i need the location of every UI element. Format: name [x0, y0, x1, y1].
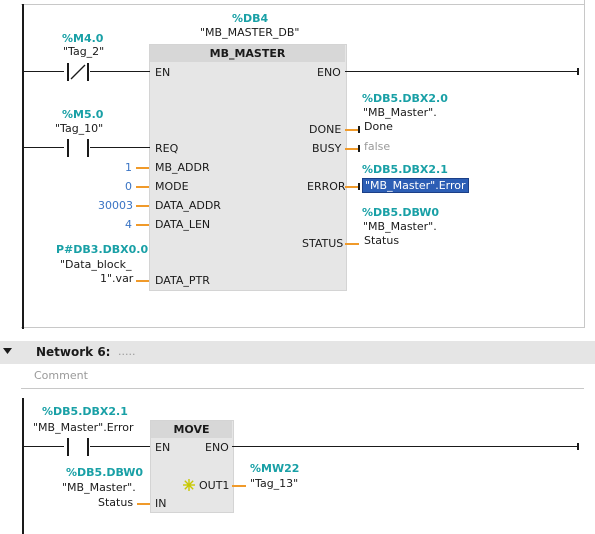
data-len-value[interactable]: 4 — [125, 218, 132, 231]
wire — [24, 71, 64, 72]
pin-data-len: DATA_LEN — [155, 218, 211, 231]
wire-end — [358, 145, 360, 152]
left-power-rail — [22, 4, 24, 329]
mode-value[interactable]: 0 — [125, 180, 132, 193]
output-wire — [345, 129, 359, 131]
move-pin-eno: ENO — [205, 441, 229, 454]
pin-req: REQ — [155, 142, 179, 155]
pin-done: DONE — [309, 123, 342, 136]
pin-data-ptr: DATA_PTR — [155, 274, 210, 287]
move-pin-en: EN — [155, 441, 171, 454]
contact-m50-name[interactable]: "Tag_10" — [55, 122, 103, 135]
move-pin-out1: OUT1 — [199, 479, 230, 492]
input-wire — [136, 167, 149, 169]
move-in-name-line2[interactable]: Status — [98, 496, 133, 509]
normally-open-contact-icon[interactable] — [64, 138, 94, 158]
eno-wire — [345, 71, 578, 72]
collapse-triangle-icon[interactable] — [3, 348, 13, 356]
contact-m40-address[interactable]: %M4.0 — [62, 32, 103, 45]
status-name-line1[interactable]: "MB_Master". — [363, 220, 437, 233]
pin-busy: BUSY — [312, 142, 342, 155]
insert-output-star-icon[interactable] — [183, 479, 195, 491]
network6-title-dots[interactable]: ..... — [118, 345, 135, 358]
input-wire — [136, 224, 149, 226]
move-in-name-line1[interactable]: "MB_Master". — [62, 481, 136, 494]
done-address[interactable]: %DB5.DBX2.0 — [362, 92, 448, 105]
done-name-line1[interactable]: "MB_Master". — [363, 106, 437, 119]
pin-mode: MODE — [155, 180, 189, 193]
pin-data-addr: DATA_ADDR — [155, 199, 221, 212]
wire — [90, 147, 150, 148]
wire-end — [358, 126, 360, 133]
contact-m40-name[interactable]: "Tag_2" — [63, 45, 104, 58]
move-out-name[interactable]: "Tag_13" — [250, 477, 298, 490]
move-pin-in: IN — [155, 497, 167, 510]
network6-comment-area[interactable] — [21, 364, 584, 389]
output-wire — [232, 485, 246, 487]
instance-db-name[interactable]: "MB_MASTER_DB" — [200, 26, 299, 39]
data-ptr-name-line2[interactable]: 1".var — [100, 272, 133, 285]
move-out-address[interactable]: %MW22 — [250, 462, 299, 475]
move-in-address[interactable]: %DB5.DBW0 — [66, 466, 143, 479]
wire-end — [358, 183, 360, 190]
input-wire — [136, 280, 149, 282]
wire — [24, 147, 64, 148]
error-address[interactable]: %DB5.DBX2.1 — [362, 163, 448, 176]
normally-closed-contact-icon[interactable] — [64, 62, 94, 82]
pin-en: EN — [155, 66, 171, 79]
wire — [24, 446, 64, 447]
data-ptr-name-line1[interactable]: "Data_block_ — [60, 258, 132, 271]
wire-end — [577, 68, 579, 75]
input-wire — [136, 186, 149, 188]
status-address[interactable]: %DB5.DBW0 — [362, 206, 439, 219]
output-wire — [345, 243, 359, 245]
pin-status: STATUS — [302, 237, 344, 250]
network6-title: Network 6: — [36, 345, 111, 359]
output-wire — [345, 186, 359, 188]
done-name-line2[interactable]: Done — [364, 120, 393, 133]
input-wire — [136, 205, 149, 207]
wire — [90, 71, 150, 72]
contact-error-name[interactable]: "MB_Master".Error — [33, 421, 134, 434]
data-addr-value[interactable]: 30003 — [98, 199, 133, 212]
left-power-rail — [22, 398, 24, 534]
busy-value[interactable]: false — [364, 140, 390, 153]
input-wire — [137, 503, 150, 505]
normally-open-contact-icon[interactable] — [64, 437, 94, 457]
mb-addr-value[interactable]: 1 — [125, 161, 132, 174]
mb-master-block-title: MB_MASTER — [150, 45, 345, 62]
instance-db-address[interactable]: %DB4 — [232, 12, 268, 25]
error-name[interactable]: "MB_Master".Error — [362, 178, 469, 193]
output-wire — [345, 148, 359, 150]
pin-mb-addr: MB_ADDR — [155, 161, 210, 174]
status-name-line2[interactable]: Status — [364, 234, 399, 247]
data-ptr-address[interactable]: P#DB3.DBX0.0 — [56, 243, 148, 256]
move-block-title: MOVE — [151, 421, 232, 438]
pin-eno: ENO — [317, 66, 341, 79]
contact-m50-address[interactable]: %M5.0 — [62, 108, 103, 121]
contact-error-address[interactable]: %DB5.DBX2.1 — [42, 405, 128, 418]
network6-comment[interactable]: Comment — [34, 369, 88, 382]
wire-end — [577, 443, 579, 450]
wire — [90, 446, 151, 447]
eno-wire — [232, 446, 578, 447]
pin-error: ERROR — [307, 180, 346, 193]
